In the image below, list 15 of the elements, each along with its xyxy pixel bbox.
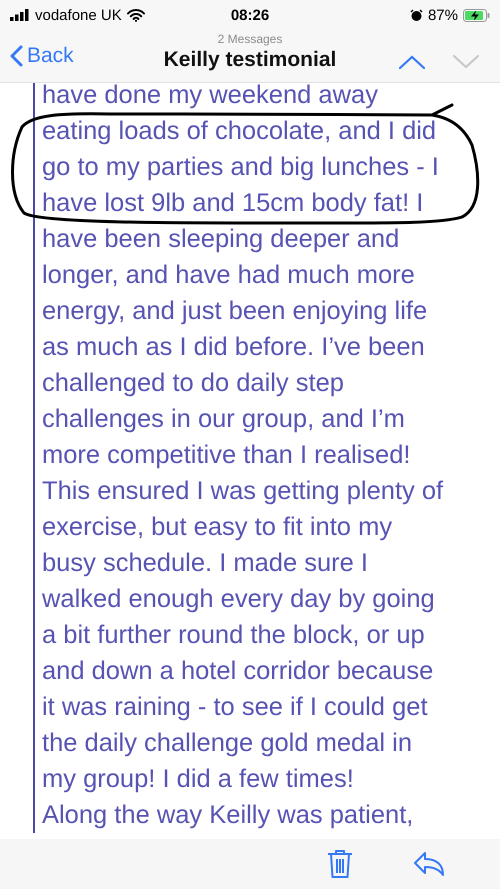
chevron-left-icon	[10, 45, 23, 67]
window-title: Keilly testimonial	[164, 48, 336, 72]
signal-icon	[10, 9, 30, 21]
reply-button[interactable]	[413, 851, 445, 877]
carrier-name: vodafone UK	[35, 6, 122, 24]
battery-percent: 87%	[428, 6, 458, 24]
clock-time: 08:26	[230, 6, 270, 24]
quoted-message-text: have done my weekend away eating loads of chocolate, and I did go to my parties and big lunches - I have lost 9lb and 15cm body fat! I have been sleeping deeper and longer, and have had much more energy, and just been enjoying life as much as I did before. I’ve been challenged to do daily step challenges in our group, and I’m more competitive than I realised! This ensured I was getting plenty of exercise, but easy to fit into my busy schedule. I made sure I walked enough every day by going a bit further round the block, or up and down a hotel corridor because it was raining - to see if I could get the daily challenge gold medal in my group! I did a few times! Along the way Keilly was patient,	[33, 83, 500, 833]
wifi-icon	[126, 8, 145, 22]
battery-charging-icon	[463, 8, 490, 22]
alarm-icon	[410, 8, 423, 22]
delete-button[interactable]	[327, 849, 353, 879]
previous-message-button[interactable]	[398, 54, 426, 70]
back-button[interactable]: Back	[10, 44, 74, 68]
message-count: 2 Messages	[218, 32, 282, 46]
